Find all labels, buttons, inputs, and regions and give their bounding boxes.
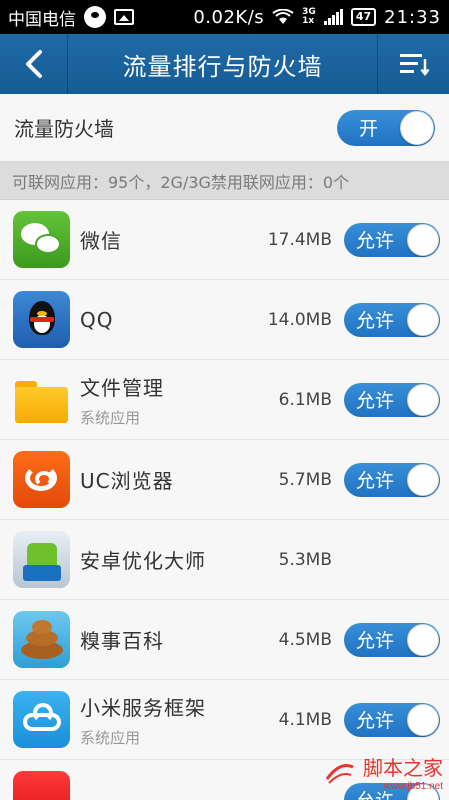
network-type-icon: 3G 1x	[302, 8, 316, 26]
watermark-url: www.jb51.net	[383, 781, 443, 792]
watermark-text: 脚本之家	[363, 756, 443, 780]
allow-label: 允许	[356, 710, 395, 732]
allow-network-toggle[interactable]: 允许	[344, 462, 440, 497]
app-name: 糗事百科	[80, 629, 164, 653]
toggle-knob	[407, 303, 439, 336]
app-name: 文件管理	[80, 375, 164, 400]
app-data-usage: 17.4MB	[267, 229, 332, 250]
back-button[interactable]	[0, 34, 68, 94]
app-row-file-manager[interactable]: 文件管理 系统应用 6.1MB 允许	[0, 360, 449, 440]
battery-icon: 47	[350, 8, 377, 26]
system-app-label: 系统应用	[80, 728, 141, 747]
toggle-knob	[407, 623, 439, 656]
allow-label: 允许	[356, 390, 395, 412]
allow-network-toggle[interactable]: 允许	[344, 702, 440, 737]
app-row-qq[interactable]: QQ 14.0MB 允许	[0, 280, 449, 360]
sort-list-icon	[399, 54, 429, 77]
folder-icon	[13, 371, 70, 428]
app-name: 安卓优化大师	[80, 549, 206, 573]
app-name: UC浏览器	[80, 469, 174, 493]
network-type-bottom: 1x	[302, 16, 315, 26]
toggle-knob	[407, 383, 439, 416]
app-data-usage: 6.1MB	[278, 389, 332, 410]
app-name: 微信	[80, 229, 122, 253]
app-name: 小米服务框架	[80, 695, 206, 720]
app-data-usage: 5.3MB	[278, 549, 332, 570]
app-data-usage: 4.5MB	[278, 629, 332, 650]
app-data-usage: 14.0MB	[267, 309, 332, 330]
clock: 21:33	[384, 6, 441, 28]
app-row-wechat[interactable]: 微信 17.4MB 允许	[0, 200, 449, 280]
allow-network-toggle[interactable]: 允许	[344, 302, 440, 337]
app-row-android-optimizer[interactable]: 安卓优化大师 5.3MB	[0, 520, 449, 600]
wechat-icon	[13, 211, 70, 268]
app-name: QQ	[80, 307, 114, 332]
firewall-row: 流量防火墙 开	[0, 94, 449, 162]
app-row-xiaomi-service[interactable]: 小米服务框架 系统应用 4.1MB 允许	[0, 680, 449, 760]
signal-icon	[323, 9, 343, 25]
xiaomi-cloud-icon	[13, 691, 70, 748]
firewall-label: 流量防火墙	[14, 117, 114, 141]
carrier-label: 中国电信	[8, 9, 76, 30]
allow-label: 允许	[356, 230, 395, 252]
allow-network-toggle[interactable]: 允许	[344, 382, 440, 417]
firewall-toggle-label: 开	[359, 118, 379, 140]
app-data-usage: 5.7MB	[278, 469, 332, 490]
watermark-logo-icon	[325, 764, 354, 784]
toggle-knob	[400, 110, 434, 145]
summary-bar: 可联网应用：95个，2G/3G禁用联网应用：0个	[0, 162, 449, 200]
firewall-toggle[interactable]: 开	[337, 109, 435, 146]
toggle-knob	[407, 703, 439, 736]
android-optimizer-icon	[13, 531, 70, 588]
app-header: 流量排行与防火墙	[0, 34, 449, 94]
app-list: 微信 17.4MB 允许 QQ 14.0MB 允许 文件管理 系统应用 6.1M…	[0, 200, 449, 800]
qq-notification-icon	[84, 6, 106, 28]
watermark: 脚本之家 www.jb51.net	[323, 752, 443, 792]
partial-app-icon	[13, 771, 70, 800]
network-speed: 0.02K/s	[193, 6, 265, 28]
uc-browser-icon	[13, 451, 70, 508]
allow-label: 允许	[356, 630, 395, 652]
wifi-icon	[272, 9, 294, 24]
allow-label: 允许	[356, 310, 395, 332]
status-bar: 中国电信 0.02K/s 3G 1x 47 21:33	[0, 0, 449, 34]
toggle-knob	[407, 223, 439, 256]
image-notification-icon	[114, 9, 134, 25]
app-data-usage: 4.1MB	[278, 709, 332, 730]
app-row-uc-browser[interactable]: UC浏览器 5.7MB 允许	[0, 440, 449, 520]
allow-label: 允许	[356, 470, 395, 492]
qq-icon	[13, 291, 70, 348]
page-title: 流量排行与防火墙	[122, 52, 323, 81]
sort-menu-button[interactable]	[377, 34, 449, 94]
system-app-label: 系统应用	[80, 408, 141, 427]
toggle-knob	[407, 463, 439, 496]
chevron-left-icon	[25, 50, 42, 78]
allow-network-toggle[interactable]: 允许	[344, 622, 440, 657]
app-row-qiushi[interactable]: 糗事百科 4.5MB 允许	[0, 600, 449, 680]
qiushi-icon	[13, 611, 70, 668]
allow-network-toggle[interactable]: 允许	[344, 222, 440, 257]
